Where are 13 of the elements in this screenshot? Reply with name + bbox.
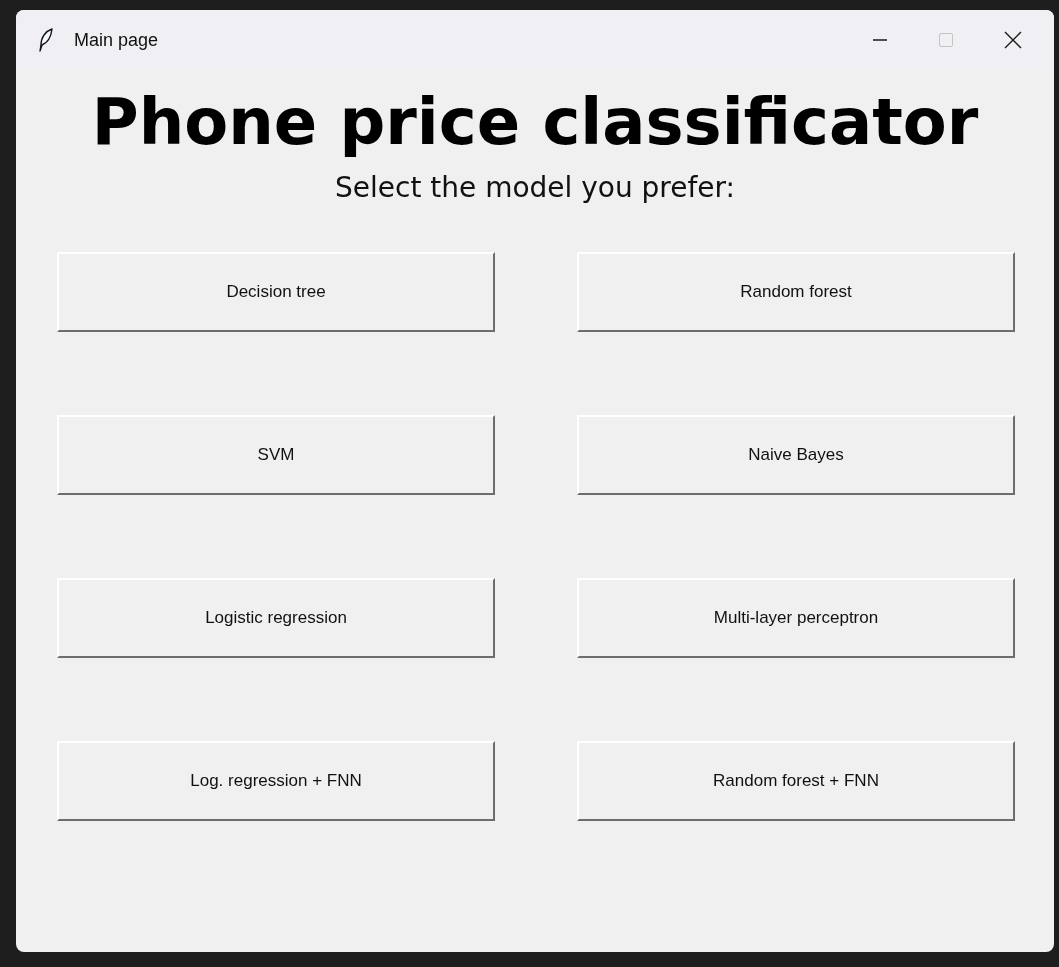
subtitle: Select the model you prefer: bbox=[335, 170, 735, 206]
model-button[interactable]: Multi-layer perceptron bbox=[577, 578, 1015, 658]
model-button[interactable]: Logistic regression bbox=[57, 578, 495, 658]
model-button[interactable]: Naive Bayes bbox=[577, 415, 1015, 495]
model-button[interactable]: Decision tree bbox=[57, 252, 495, 332]
model-button[interactable]: SVM bbox=[57, 415, 495, 495]
model-button[interactable]: Log. regression + FNN bbox=[57, 741, 495, 821]
app-heading: Phone price classificator bbox=[91, 86, 979, 158]
feather-icon bbox=[38, 28, 54, 52]
model-button[interactable]: Random forest + FNN bbox=[577, 741, 1015, 821]
close-icon[interactable] bbox=[1004, 31, 1022, 49]
model-button[interactable]: Random forest bbox=[577, 252, 1015, 332]
window-title: Main page bbox=[74, 28, 159, 52]
